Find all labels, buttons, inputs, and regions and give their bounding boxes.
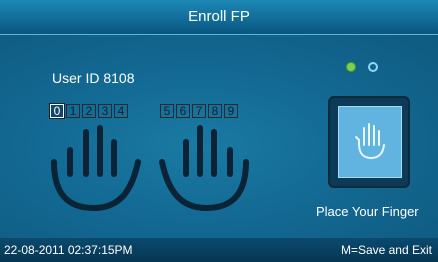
progress-dot-pending — [368, 62, 378, 72]
right-hand-icon — [159, 125, 249, 212]
finger-7[interactable]: 7 — [192, 104, 206, 118]
fingerprint-scanner — [328, 96, 410, 188]
datetime-display: 22-08-2011 02:37:15PM — [4, 243, 133, 257]
status-bar: 22-08-2011 02:37:15PM M=Save and Exit — [0, 238, 438, 262]
save-exit-hint: M=Save and Exit — [340, 243, 432, 257]
right-hand-finger-selector: 5 6 7 8 9 — [160, 104, 240, 120]
finger-2[interactable]: 2 — [82, 104, 96, 118]
finger-9[interactable]: 9 — [224, 104, 238, 118]
title-bar: Enroll FP — [0, 0, 438, 35]
window-title: Enroll FP — [188, 8, 250, 25]
enroll-window: Enroll FP User ID 8108 0 1 2 3 4 5 6 7 8… — [0, 0, 438, 262]
finger-3[interactable]: 3 — [98, 104, 112, 118]
scanner-area — [338, 106, 402, 178]
place-finger-prompt: Place Your Finger — [316, 204, 419, 219]
finger-6[interactable]: 6 — [176, 104, 190, 118]
enroll-progress-indicator — [346, 62, 378, 72]
left-hand-icon — [51, 125, 141, 212]
finger-5[interactable]: 5 — [160, 104, 174, 118]
hand-icon — [355, 123, 385, 159]
progress-dot-done — [346, 62, 356, 72]
left-hand-finger-selector: 0 1 2 3 4 — [49, 103, 130, 120]
finger-4[interactable]: 4 — [114, 104, 128, 118]
finger-1[interactable]: 1 — [66, 104, 80, 118]
user-id-label: User ID 8108 — [52, 70, 135, 86]
finger-0[interactable]: 0 — [49, 103, 65, 119]
finger-8[interactable]: 8 — [208, 104, 222, 118]
